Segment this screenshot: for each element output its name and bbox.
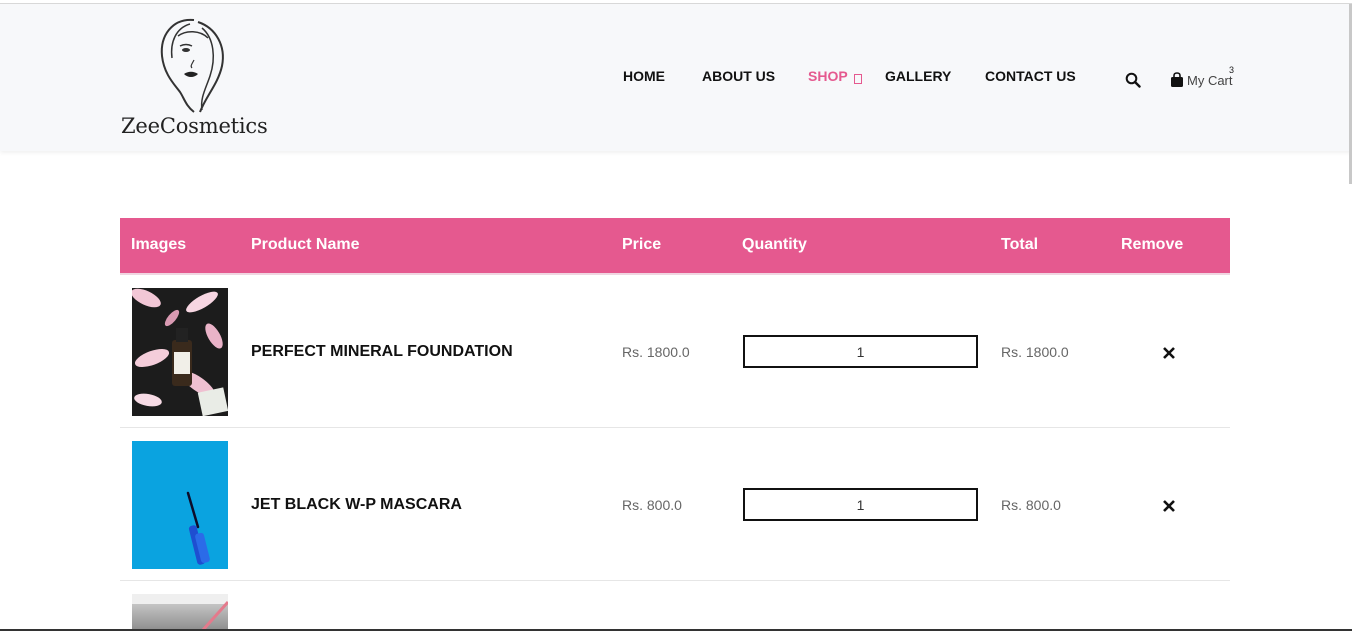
cart-count-badge: 3: [1229, 65, 1235, 75]
remove-item-icon[interactable]: [1162, 498, 1176, 512]
cart-row: PERFECT MINERAL FOUNDATION Rs. 1800.0 Rs…: [120, 275, 1230, 428]
cart-row: [120, 581, 1230, 631]
nav-shop[interactable]: SHOP: [808, 68, 848, 84]
product-price: Rs. 800.0: [622, 497, 682, 513]
quantity-input[interactable]: [743, 335, 978, 368]
nav-about-us[interactable]: ABOUT US: [702, 68, 775, 84]
product-total: Rs. 800.0: [1001, 497, 1061, 513]
search-icon[interactable]: [1125, 72, 1141, 88]
product-image-mascara[interactable]: [132, 441, 228, 569]
brand-logo[interactable]: ZeeCosmetics: [120, 16, 268, 142]
remove-item-icon[interactable]: [1162, 345, 1176, 359]
site-header: ZeeCosmetics HOME ABOUT US SHOP GALLERY …: [0, 4, 1352, 151]
header-price: Price: [622, 236, 662, 253]
product-image-foundation[interactable]: [132, 288, 228, 416]
shopping-bag-icon: [1171, 72, 1183, 87]
product-total: Rs. 1800.0: [1001, 344, 1069, 360]
product-image-partial[interactable]: [132, 594, 228, 631]
cart-row: JET BLACK W-P MASCARA Rs. 800.0 Rs. 800.…: [120, 428, 1230, 581]
product-name[interactable]: JET BLACK W-P MASCARA: [251, 496, 462, 514]
quantity-input[interactable]: [743, 488, 978, 521]
header-product-name: Product Name: [251, 236, 360, 253]
shop-dropdown-icon[interactable]: [854, 74, 862, 84]
header-total: Total: [1001, 236, 1039, 253]
face-logo-icon: [160, 18, 224, 113]
cart-label: My Cart: [1187, 73, 1233, 88]
product-name[interactable]: PERFECT MINERAL FOUNDATION: [251, 343, 513, 361]
cart-table-header: Images Product Name Price Quantity Total…: [120, 218, 1230, 275]
nav-contact-us[interactable]: CONTACT US: [985, 68, 1076, 84]
header-quantity: Quantity: [742, 236, 807, 253]
product-price: Rs. 1800.0: [622, 344, 690, 360]
nav-home[interactable]: HOME: [623, 68, 665, 84]
brand-name: ZeeCosmetics: [121, 114, 268, 138]
header-remove: Remove: [1121, 236, 1184, 253]
nav-gallery[interactable]: GALLERY: [885, 68, 951, 84]
header-images: Images: [131, 236, 187, 253]
